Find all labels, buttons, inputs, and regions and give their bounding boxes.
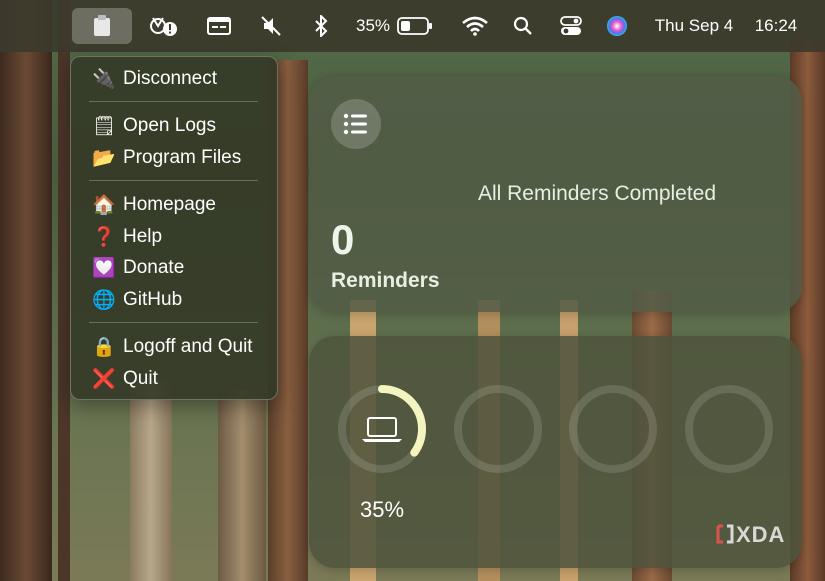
menu-item-donate[interactable]: 💟 Donate <box>91 254 184 282</box>
speaker-muted-icon <box>261 16 281 36</box>
reminders-widget[interactable]: All Reminders Completed 0 Reminders <box>309 76 802 312</box>
laptop-icon <box>362 417 402 442</box>
reminders-count: 0 <box>331 216 355 263</box>
batteries-widget[interactable]: 35% XDA <box>309 336 802 568</box>
warning-badge-icon <box>150 17 177 36</box>
search-icon <box>513 16 532 35</box>
menu-item-label: Donate <box>123 257 185 278</box>
spotlight-search-icon[interactable] <box>510 0 536 52</box>
menu-item-label: Quit <box>123 368 158 389</box>
menu-bar: 35% Thu Sep 4 16:24 <box>0 0 825 52</box>
menu-separator <box>89 180 258 181</box>
clipboard-app-button[interactable] <box>72 8 132 44</box>
app-dropdown-menu: 🔌 Disconnect 🗒 Open Logs 📂 Program Files… <box>70 56 278 400</box>
menu-item-homepage[interactable]: 🏠 Homepage <box>91 191 216 219</box>
xda-logo-icon <box>716 524 734 544</box>
menu-item-label: Open Logs <box>123 115 216 136</box>
cross-icon: ❌ <box>92 369 116 390</box>
watermark-text: XDA <box>736 522 786 547</box>
menu-item-open-logs[interactable]: 🗒 Open Logs <box>91 112 216 140</box>
empty-battery-ring <box>454 385 542 473</box>
xda-watermark: XDA <box>716 522 785 548</box>
empty-battery-ring <box>569 385 657 473</box>
status-icon[interactable] <box>146 0 182 52</box>
control-center-icon[interactable] <box>557 0 585 52</box>
toggles-icon <box>560 16 582 35</box>
menu-item-program-files[interactable]: 📂 Program Files <box>91 144 241 172</box>
question-icon: ❓ <box>92 227 116 248</box>
folder-icon: 📂 <box>92 148 116 169</box>
menu-separator <box>89 101 258 102</box>
wifi-icon[interactable] <box>460 0 490 52</box>
siri-orb-icon <box>607 16 627 36</box>
reminders-status: All Reminders Completed <box>477 182 717 205</box>
notepad-icon: 🗒 <box>91 116 117 137</box>
menu-item-label: Homepage <box>123 194 216 215</box>
plug-icon: 🔌 <box>92 69 116 90</box>
window-icon <box>207 17 231 35</box>
clipboard-icon <box>94 15 110 36</box>
menubar-time[interactable]: 16:24 <box>748 0 804 52</box>
menu-item-label: Program Files <box>123 147 242 168</box>
menu-item-label: Disconnect <box>123 68 217 89</box>
menu-item-logoff-and-quit[interactable]: 🔒 Logoff and Quit <box>91 333 253 361</box>
menu-item-disconnect[interactable]: 🔌 Disconnect <box>91 65 217 93</box>
bluetooth-icon[interactable] <box>308 0 334 52</box>
reminders-label: Reminders <box>331 269 440 292</box>
menu-separator <box>89 322 258 323</box>
menu-item-quit[interactable]: ❌ Quit <box>91 365 158 393</box>
battery-icon[interactable] <box>395 0 435 52</box>
siri-icon[interactable] <box>602 0 632 52</box>
menubar-date[interactable]: Thu Sep 4 <box>648 0 740 52</box>
empty-battery-ring <box>685 385 773 473</box>
menu-item-github[interactable]: 🌐 GitHub <box>91 286 182 314</box>
menu-item-help[interactable]: ❓ Help <box>91 223 162 251</box>
heart-icon: 💟 <box>92 258 116 279</box>
menu-item-label: Logoff and Quit <box>123 336 253 357</box>
lock-icon: 🔒 <box>92 337 116 358</box>
house-icon: 🏠 <box>92 195 116 216</box>
menu-item-label: GitHub <box>123 289 183 310</box>
wifi-signal-icon <box>462 16 488 36</box>
mute-icon[interactable] <box>256 0 286 52</box>
bluetooth-glyph-icon <box>315 15 328 37</box>
globe-icon: 🌐 <box>92 290 116 311</box>
battery-percent-label: 35% <box>359 497 405 522</box>
mac-battery-ring <box>338 385 426 473</box>
battery-percent-text: 35% <box>355 16 391 35</box>
keyboard-input-icon[interactable] <box>203 0 235 52</box>
list-icon <box>331 99 381 149</box>
menu-item-label: Help <box>123 226 163 247</box>
battery-level-icon <box>397 17 432 35</box>
